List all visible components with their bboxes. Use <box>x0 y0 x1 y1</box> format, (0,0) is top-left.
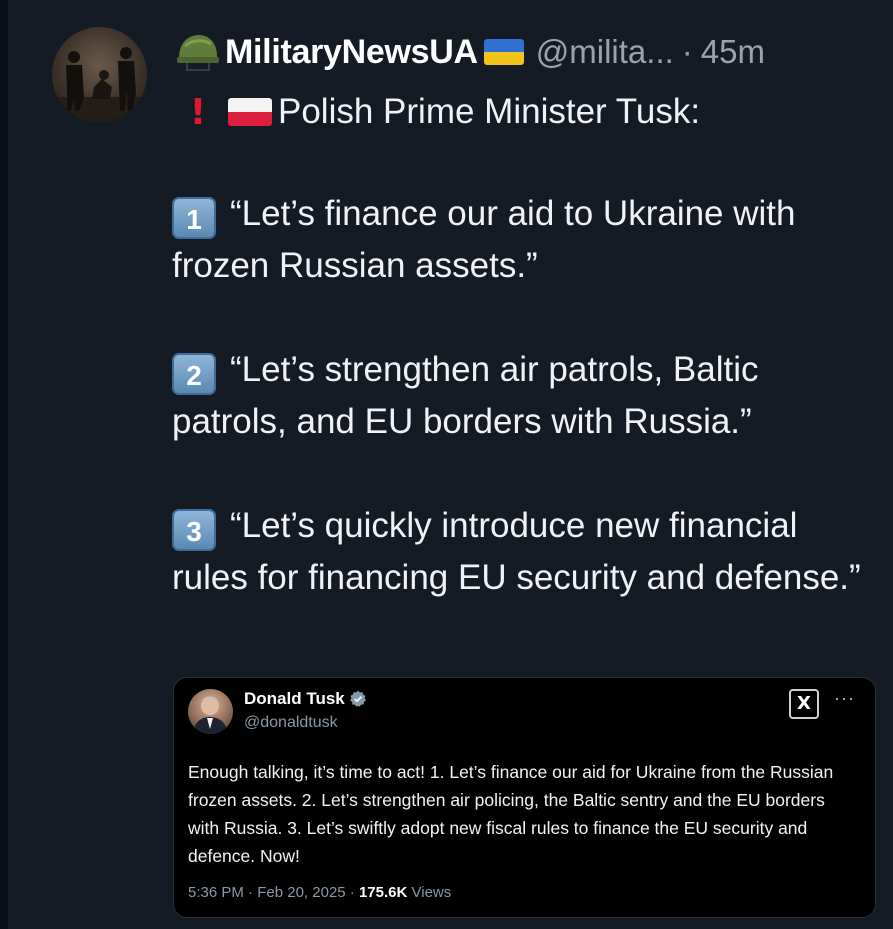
quoted-author-name-row: Donald Tusk <box>244 689 367 709</box>
post-time[interactable]: 45m <box>701 33 765 71</box>
soldiers-silhouette-icon <box>52 47 147 122</box>
left-edge-strip <box>0 0 8 929</box>
post-point-text: “Let’s finance our aid to Ukraine with f… <box>172 194 796 285</box>
keycap-1-icon: 1 <box>172 197 216 239</box>
post-point-2: 2 “Let’s strengthen air patrols, Baltic p… <box>172 344 872 448</box>
post-point-3: 3 “Let’s quickly introduce new financial … <box>172 500 872 604</box>
post-header: MilitaryNewsUA @milita... · 45m <box>175 30 765 74</box>
quoted-author-handle[interactable]: @donaldtusk <box>244 714 338 732</box>
verified-badge-icon <box>349 690 366 707</box>
more-options-icon[interactable]: ··· <box>834 688 855 709</box>
quoted-views-label: Views <box>411 884 452 901</box>
quoted-views-count: 175.6K <box>358 884 408 901</box>
quoted-post-time[interactable]: 5:36 PM <box>188 884 244 901</box>
quoted-post-text: Enough talking, it’s time to act! 1. Let… <box>188 762 834 866</box>
keycap-2-icon: 2 <box>172 353 216 395</box>
header-separator: · <box>681 33 693 70</box>
quoted-post-date[interactable]: Feb 20, 2025 <box>257 884 345 901</box>
keycap-3-icon: 3 <box>172 509 216 551</box>
x-logo-icon[interactable]: X <box>789 689 819 719</box>
red-exclamation-icon: ! <box>189 91 207 133</box>
quoted-post-meta: 5:36 PM · Feb 20, 2025 · 175.6K Views <box>188 884 452 901</box>
quoted-post-card[interactable]: Donald Tusk @donaldtusk X ··· Enough tal… <box>173 677 876 918</box>
author-handle[interactable]: @milita... <box>536 33 674 71</box>
ukraine-flag-icon <box>483 39 524 65</box>
post-headline: Polish Prime Minister Tusk: <box>278 92 701 131</box>
quoted-author-name[interactable]: Donald Tusk <box>244 689 345 709</box>
military-helmet-icon <box>177 35 219 71</box>
post-point-text: “Let’s quickly introduce new financial r… <box>172 506 861 597</box>
quoted-author-avatar[interactable] <box>188 689 233 734</box>
author-avatar[interactable] <box>52 27 147 122</box>
person-portrait-icon <box>193 696 228 734</box>
post-point-text: “Let’s strengthen air patrols, Baltic pa… <box>172 350 759 441</box>
post-headline-row: ! Polish Prime Minister Tusk: <box>180 86 700 138</box>
author-name[interactable]: MilitaryNewsUA <box>225 33 478 72</box>
post-point-1: 1 “Let’s finance our aid to Ukraine with … <box>172 188 872 292</box>
poland-flag-icon <box>228 98 272 126</box>
